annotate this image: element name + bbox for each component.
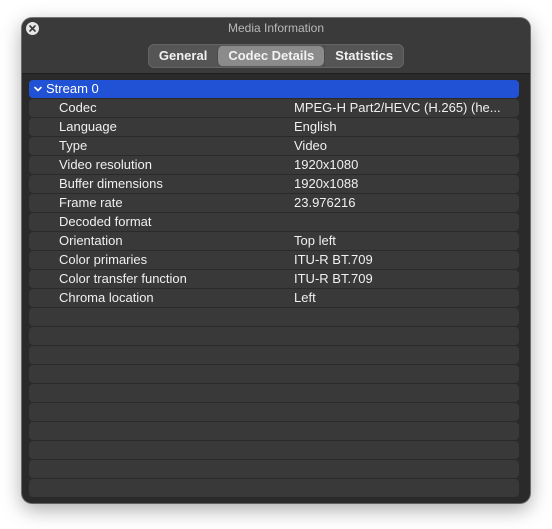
property-key: Decoded format [59, 214, 152, 229]
property-value: English [294, 119, 337, 134]
property-value: 23.976216 [294, 195, 356, 210]
empty-row [29, 460, 519, 478]
property-key: Chroma location [59, 290, 154, 305]
property-row[interactable]: Type Video [29, 137, 519, 155]
property-key: Orientation [59, 233, 123, 248]
property-key: Color transfer function [59, 271, 187, 286]
empty-row [29, 384, 519, 402]
property-row[interactable]: Language English [29, 118, 519, 136]
empty-row [29, 308, 519, 326]
empty-row [29, 441, 519, 459]
stream-label: Stream 0 [46, 81, 99, 96]
property-row[interactable]: Buffer dimensions 1920x1088 [29, 175, 519, 193]
media-information-window: Media Information General Codec Details … [22, 18, 530, 503]
title-bar[interactable]: Media Information [22, 18, 530, 39]
tab-general[interactable]: General [149, 45, 217, 67]
codec-details-table: Stream 0 Codec MPEG-H Part2/HEVC (H.265) … [29, 80, 519, 498]
property-value: Video [294, 138, 328, 153]
property-value: 1920x1080 [294, 157, 359, 172]
empty-row [29, 365, 519, 383]
tab-toolbar: General Codec Details Statistics [22, 39, 530, 74]
property-key: Frame rate [59, 195, 123, 210]
property-key: Video resolution [59, 157, 152, 172]
empty-row [29, 403, 519, 421]
property-row[interactable]: Color transfer function ITU-R BT.709 [29, 270, 519, 288]
empty-row [29, 346, 519, 364]
tab-statistics[interactable]: Statistics [324, 45, 403, 67]
property-key: Buffer dimensions [59, 176, 163, 191]
empty-row [29, 479, 519, 497]
property-key: Language [59, 119, 117, 134]
tab-segmented-control: General Codec Details Statistics [147, 44, 405, 68]
property-row[interactable]: Chroma location Left [29, 289, 519, 307]
window-title: Media Information [227, 21, 325, 35]
tab-codec-details[interactable]: Codec Details [217, 46, 325, 66]
property-value: MPEG-H Part2/HEVC (H.265) (he... [294, 100, 501, 115]
stream-row[interactable]: Stream 0 [29, 80, 519, 98]
property-row[interactable]: Decoded format [29, 213, 519, 231]
property-value: ITU-R BT.709 [294, 271, 373, 286]
property-value: ITU-R BT.709 [294, 252, 373, 267]
empty-row [29, 327, 519, 345]
property-row[interactable]: Color primaries ITU-R BT.709 [29, 251, 519, 269]
property-row[interactable]: Codec MPEG-H Part2/HEVC (H.265) (he... [29, 99, 519, 117]
property-row[interactable]: Orientation Top left [29, 232, 519, 250]
property-value: 1920x1088 [294, 176, 359, 191]
property-key: Type [59, 138, 88, 153]
property-key: Color primaries [59, 252, 148, 267]
property-value: Left [294, 290, 316, 305]
chevron-down-icon[interactable] [33, 84, 43, 94]
property-value: Top left [294, 233, 336, 248]
property-row[interactable]: Frame rate 23.976216 [29, 194, 519, 212]
property-key: Codec [59, 100, 97, 115]
property-row[interactable]: Video resolution 1920x1080 [29, 156, 519, 174]
empty-row [29, 422, 519, 440]
